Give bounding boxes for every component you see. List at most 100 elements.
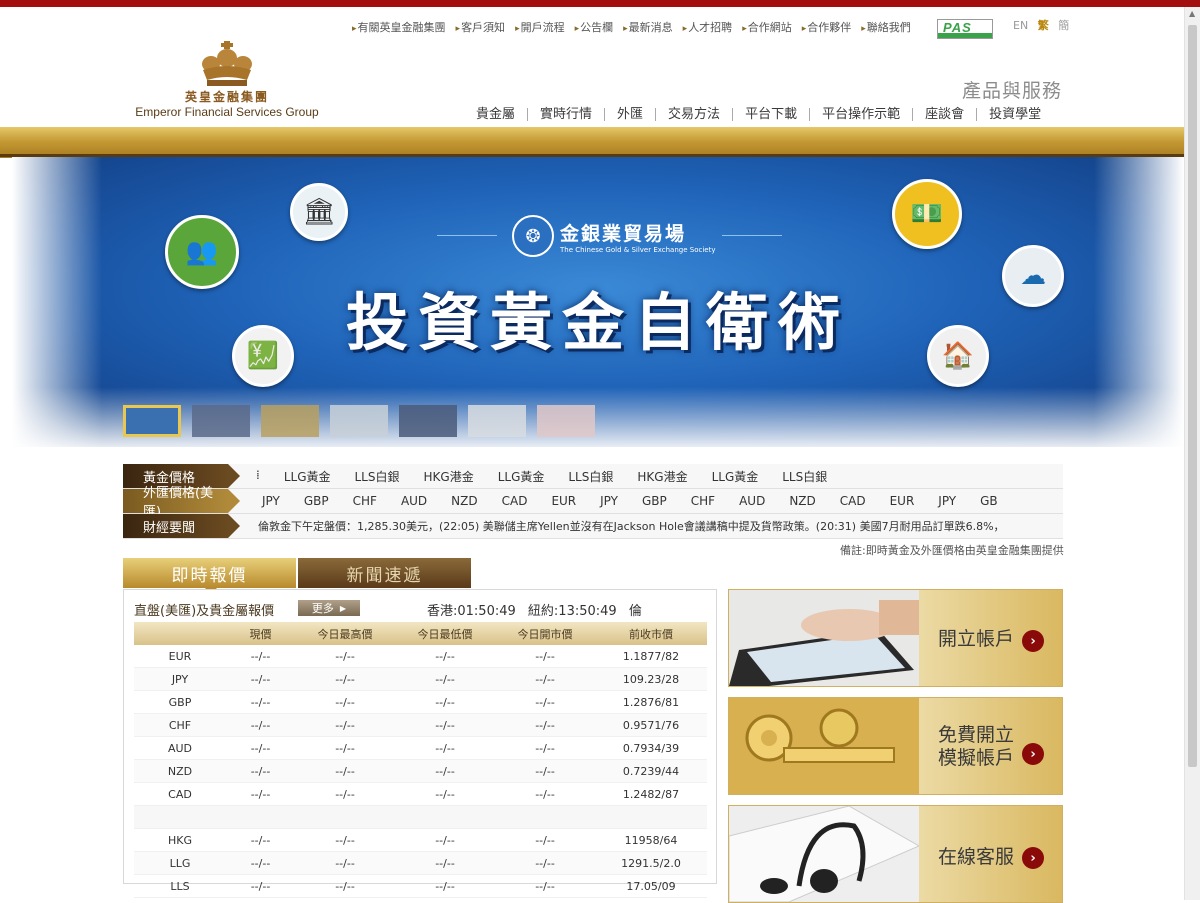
nav-live-quotes[interactable]: 實時行情 [527, 107, 604, 121]
toplink-partner-sites[interactable]: ▸合作網站 [742, 19, 792, 35]
nav-forex[interactable]: 外匯 [604, 107, 655, 121]
ticker-fx-item[interactable]: AUD [739, 494, 765, 508]
nav-investment-school[interactable]: 投資學堂 [976, 107, 1053, 121]
lang-simplified[interactable]: 簡 [1058, 19, 1069, 32]
scroll-up-icon[interactable]: ▲ [1189, 9, 1195, 18]
banner-thumb-4[interactable] [330, 405, 388, 437]
quote-cell: 0.9571/76 [595, 713, 707, 737]
online-service-card[interactable]: 在線客服 › [728, 805, 1063, 903]
ticker-fx-item[interactable]: CHF [353, 494, 377, 508]
quote-cell: 1.1877/82 [595, 645, 707, 668]
ticker-fx-item[interactable]: CAD [840, 494, 866, 508]
banner-thumb-6[interactable] [468, 405, 526, 437]
ticker-gold-item[interactable]: LLS白銀 [568, 468, 613, 485]
table-row[interactable]: CHF --/-- --/-- --/-- --/-- 0.9571/76 [134, 713, 707, 737]
toplink-bulletin[interactable]: ▸公告欄 [575, 19, 614, 35]
ticker-fx-item[interactable]: CAD [502, 494, 528, 508]
toplink-about[interactable]: ▸有關英皇金融集團 [352, 19, 446, 35]
toplink-account-process[interactable]: ▸開戶流程 [515, 19, 565, 35]
ticker-fx-item[interactable]: GB [980, 494, 998, 508]
ticker-gold-item[interactable]: LLG黃金 [712, 468, 759, 485]
toplink-customer-notice[interactable]: ▸客戶須知 [456, 19, 506, 35]
ticker-fx-item[interactable]: JPY [262, 494, 280, 508]
hero-banner[interactable]: ❂ 金銀業貿易場 The Chinese Gold & Silver Excha… [12, 157, 1184, 447]
lang-traditional[interactable]: 繁 [1038, 19, 1049, 32]
ticker-fx-item[interactable]: EUR [890, 494, 915, 508]
quote-cell: --/-- [226, 667, 295, 691]
banner-thumb-7[interactable] [537, 405, 595, 437]
table-row[interactable]: HKG --/-- --/-- --/-- --/-- 11958/64 [134, 828, 707, 852]
banner-thumb-5[interactable] [399, 405, 457, 437]
table-row[interactable]: LLS --/-- --/-- --/-- --/-- 17.05/09 [134, 874, 707, 898]
banner-deco-line-left [437, 235, 497, 236]
toplink-careers[interactable]: ▸人才招聘 [683, 19, 733, 35]
ticker-fx-item[interactable]: AUD [401, 494, 427, 508]
table-row[interactable]: EUR --/-- --/-- --/-- --/-- 1.1877/82 [134, 645, 707, 668]
ticker-fx-item[interactable]: CHF [691, 494, 715, 508]
ticker-gold-item[interactable]: HKG港金 [424, 468, 474, 485]
ticker-gold-item[interactable]: LLS白銀 [782, 468, 827, 485]
table-row[interactable]: CAD --/-- --/-- --/-- --/-- 1.2482/87 [134, 782, 707, 806]
table-row[interactable]: JPY --/-- --/-- --/-- --/-- 109.23/28 [134, 667, 707, 691]
quote-cell: 109.23/28 [595, 667, 707, 691]
tab-live-quotes[interactable]: 即時報價 [123, 558, 296, 588]
brand-logo[interactable]: 英皇金融集團 Emperor Financial Services Group [122, 40, 332, 125]
quote-cell: --/-- [495, 736, 595, 760]
ticker-fx-item[interactable]: JPY [938, 494, 956, 508]
quote-cell [295, 805, 395, 829]
ticker-fx-item[interactable]: GBP [642, 494, 667, 508]
bank-laptop-icon: 🏛 [290, 183, 348, 241]
quote-cell: --/-- [495, 874, 595, 898]
more-button[interactable]: 更多 ▶ [298, 600, 360, 616]
arrow-right-icon: ▸ [623, 24, 628, 34]
cloud-lock-icon: ☁ [1002, 245, 1064, 307]
ticker-gold-item[interactable]: HKG港金 [637, 468, 687, 485]
ticker-gold-item[interactable]: LLG黃金 [498, 468, 545, 485]
ticker-fx-item[interactable]: NZD [451, 494, 477, 508]
ticker-news-label[interactable]: 財經要聞 [123, 514, 240, 538]
ticker-news-text[interactable]: 倫敦金下午定盤價：1,285.30美元，(22:05) 美聯儲主席Yellen並… [228, 518, 1063, 534]
ticker-fx-item[interactable]: NZD [789, 494, 815, 508]
toplink-latest-news[interactable]: ▸最新消息 [623, 19, 673, 35]
tab-news-flash[interactable]: 新聞速遞 [298, 558, 471, 588]
table-row[interactable]: LLG --/-- --/-- --/-- --/-- 1291.5/2.0 [134, 851, 707, 875]
quote-symbol [134, 805, 226, 829]
quote-cell: --/-- [295, 759, 395, 783]
table-row[interactable]: NZD --/-- --/-- --/-- --/-- 0.7239/44 [134, 759, 707, 783]
banner-thumb-2[interactable] [192, 405, 250, 437]
nav-precious-metals[interactable]: 貴金屬 [470, 108, 527, 121]
quote-cell: 1.2876/81 [595, 690, 707, 714]
toplink-contact[interactable]: ▸聯絡我們 [861, 19, 911, 35]
ticker-fx-item[interactable]: EUR [551, 494, 576, 508]
page-scrollbar[interactable]: ▲ [1184, 7, 1200, 900]
banner-thumb-3[interactable] [261, 405, 319, 437]
nav-platform-download[interactable]: 平台下載 [732, 107, 809, 121]
ticker-news-row: 財經要聞 倫敦金下午定盤價：1,285.30美元，(22:05) 美聯儲主席Ye… [123, 514, 1063, 539]
banner-thumb-1[interactable] [123, 405, 181, 437]
ticker-gold-item[interactable]: LLS白銀 [355, 468, 400, 485]
quote-cell: --/-- [495, 851, 595, 875]
ticker-fx-item[interactable]: GBP [304, 494, 329, 508]
clock-new-york: 紐約:13:50:49 [527, 604, 617, 619]
quote-cell: --/-- [495, 667, 595, 691]
quote-cell: --/-- [495, 782, 595, 806]
ticker-fx-item[interactable]: JPY [600, 494, 618, 508]
ticker-gold-item[interactable]: LLG黃金 [284, 468, 331, 485]
quote-cell: --/-- [395, 713, 495, 737]
nav-seminars[interactable]: 座談會 [912, 107, 976, 121]
scroll-thumb[interactable] [1188, 25, 1197, 767]
nav-platform-demo[interactable]: 平台操作示範 [809, 107, 912, 121]
open-account-card[interactable]: 開立帳戶 › [728, 589, 1063, 687]
toplink-partners[interactable]: ▸合作夥伴 [802, 19, 852, 35]
table-row[interactable]: AUD --/-- --/-- --/-- --/-- 0.7934/39 [134, 736, 707, 760]
pas-badge-icon[interactable]: PAS [937, 19, 993, 39]
quote-table-header: 現價 今日最高價 今日最低價 今日開市價 前收市價 [134, 622, 707, 645]
nav-trading-methods[interactable]: 交易方法 [655, 107, 732, 121]
tablet-touch-icon [729, 590, 919, 686]
ticker-fx-label[interactable]: 外匯價格(美匯) [123, 486, 240, 520]
quote-cell: --/-- [226, 874, 295, 898]
quote-cell: --/-- [395, 736, 495, 760]
table-row[interactable]: GBP --/-- --/-- --/-- --/-- 1.2876/81 [134, 690, 707, 714]
demo-account-card[interactable]: 免費開立 模擬帳戶 › [728, 697, 1063, 795]
lang-en[interactable]: EN [1013, 19, 1028, 32]
